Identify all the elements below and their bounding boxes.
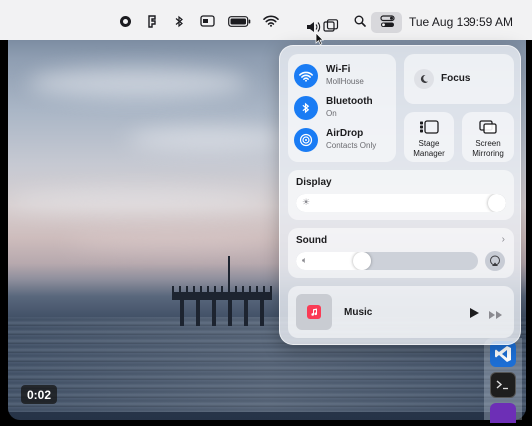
pier-leg (180, 300, 184, 326)
video-timestamp: 0:02 (21, 385, 57, 404)
bluetooth-title: Bluetooth (326, 96, 373, 107)
bluetooth-status: On (326, 109, 337, 118)
screen-mirroring-tile[interactable]: Screen Mirroring (462, 112, 514, 162)
airplay-icon (490, 255, 500, 266)
chevron-right-icon[interactable]: › (502, 234, 505, 245)
window-icon[interactable] (322, 16, 340, 34)
stage-manager-label-line2: Manager (413, 149, 445, 158)
music-app-icon (307, 305, 321, 319)
stage-manager-tile[interactable]: Stage Manager (404, 112, 454, 162)
fast-forward-icon[interactable] (488, 307, 503, 325)
record-icon[interactable] (118, 12, 132, 30)
sound-tile: Sound › 🔈︎ (288, 228, 514, 278)
pier-leg (196, 300, 200, 326)
wifi-icon (294, 64, 318, 88)
sound-title: Sound (296, 235, 328, 246)
display-title: Display (296, 177, 332, 188)
play-icon[interactable] (469, 306, 480, 324)
volume-slider-knob[interactable] (352, 252, 371, 270)
screen-mirroring-icon (479, 120, 497, 139)
airdrop-toggle[interactable]: AirDrop Contacts Only (294, 128, 376, 152)
app-icon[interactable] (490, 403, 516, 423)
figma-icon[interactable] (146, 12, 158, 30)
display-tile: Display ☀ (288, 170, 514, 220)
terminal-icon[interactable] (490, 372, 516, 398)
screen-icon[interactable] (199, 12, 215, 30)
brightness-slider-knob[interactable] (488, 194, 506, 212)
stage-manager-label: Stage Manager (404, 139, 454, 159)
menubar-time[interactable]: 9:59 AM (469, 15, 513, 29)
wifi-toggle[interactable]: Wi-Fi MollHouse (294, 64, 364, 88)
pier-leg (244, 300, 248, 326)
cloud (128, 128, 288, 150)
volume-slider[interactable]: 🔈︎ (296, 252, 478, 270)
album-art[interactable] (296, 294, 332, 330)
focus-label: Focus (441, 73, 471, 84)
bluetooth-icon[interactable] (173, 12, 185, 30)
screen-mirroring-label-line1: Screen (475, 139, 501, 148)
connectivity-tile: Wi-Fi MollHouse Bluetooth On AirDrop Con… (288, 54, 396, 162)
stage-manager-icon (419, 120, 439, 139)
focus-tile[interactable]: Focus (404, 54, 514, 104)
screen-mirroring-label-line2: Mirroring (472, 149, 504, 158)
brightness-slider-fill (296, 194, 506, 212)
stage-manager-label-line1: Stage (418, 139, 440, 148)
music-tile: Music (288, 286, 514, 338)
battery-icon[interactable] (227, 12, 251, 30)
menubar-date[interactable]: Tue Aug 13 (409, 15, 470, 29)
airdrop-status: Contacts Only (326, 141, 377, 150)
wifi-network: MollHouse (326, 77, 364, 86)
cloud (68, 233, 268, 251)
speaker-icon: 🔈︎ (302, 255, 308, 265)
bluetooth-toggle[interactable]: Bluetooth On (294, 96, 373, 120)
pier-pole (228, 256, 230, 294)
pier-leg (260, 300, 264, 326)
menu-bar: Tue Aug 13 9:59 AM (0, 0, 532, 46)
spotlight-icon[interactable] (353, 12, 367, 30)
pier-deck (172, 292, 272, 300)
pier-leg (228, 300, 232, 326)
cloud (28, 68, 248, 98)
bluetooth-icon (294, 96, 318, 120)
brightness-slider[interactable]: ☀ (296, 194, 506, 212)
control-center-panel: Wi-Fi MollHouse Bluetooth On AirDrop Con… (279, 45, 521, 345)
airdrop-title: AirDrop (326, 128, 364, 139)
moon-icon (414, 69, 434, 89)
sun-icon: ☀ (302, 197, 311, 207)
screen-mirroring-label: Screen Mirroring (462, 139, 514, 159)
music-title: Music (344, 307, 373, 318)
pier-leg (212, 300, 216, 326)
control-center-icon (379, 12, 395, 30)
airplay-audio-button[interactable] (485, 251, 505, 271)
wifi-icon[interactable] (263, 12, 279, 30)
airdrop-icon (294, 128, 318, 152)
wifi-title: Wi-Fi (326, 64, 351, 75)
cloud (8, 188, 268, 214)
